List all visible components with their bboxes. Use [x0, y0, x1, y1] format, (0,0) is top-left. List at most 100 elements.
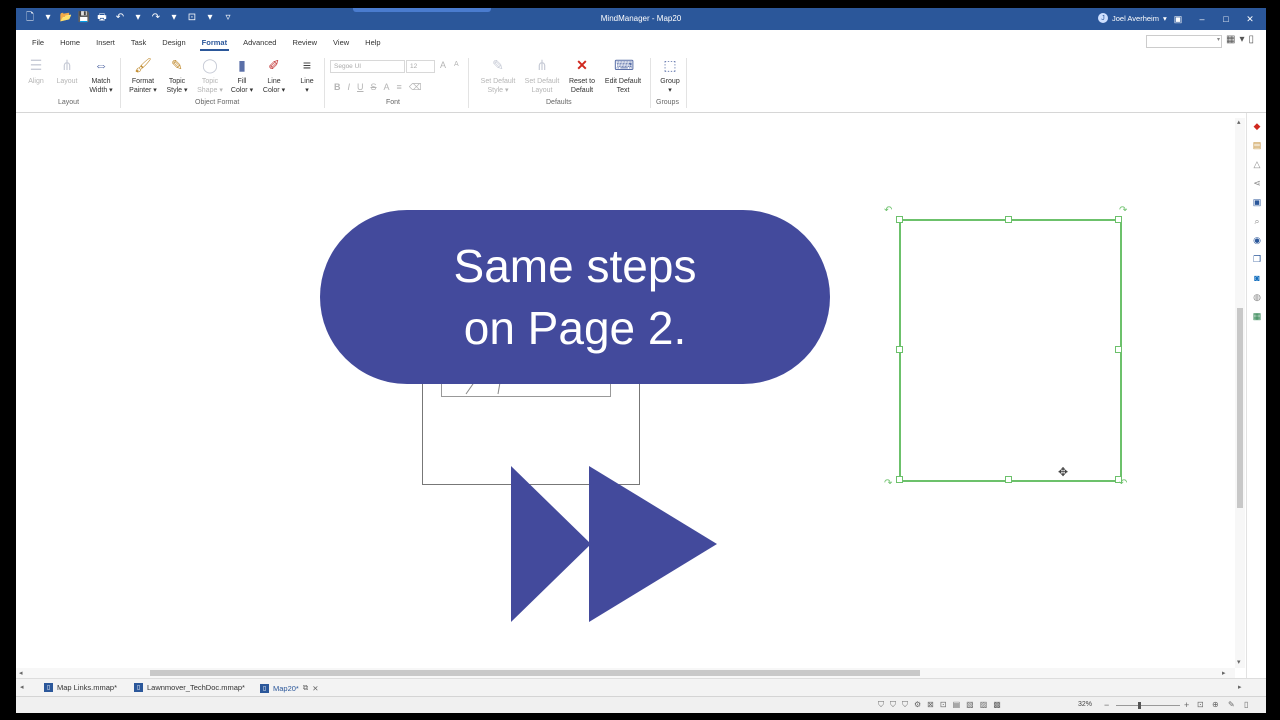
rotate-handle-icon[interactable]: ↷ [1119, 205, 1127, 216]
resize-handle[interactable] [1005, 476, 1012, 483]
resize-handle[interactable] [1005, 216, 1012, 223]
horizontal-scrollbar[interactable]: ◂ ▸ [16, 668, 1235, 678]
doc-tab-map20[interactable]: ▯ Map20* ⧉ ✕ [260, 683, 319, 693]
restore-button[interactable]: □ [1214, 11, 1238, 27]
collapse-icon[interactable]: ⊡ [940, 700, 947, 710]
doc-tab-lawnmover[interactable]: ▯ Lawnmover_TechDoc.mmap* [134, 683, 245, 692]
line-color-label-2: Color ▾ [262, 87, 286, 94]
italic-icon[interactable]: I [348, 82, 351, 93]
rotate-handle-icon[interactable]: ↶ [1119, 478, 1127, 489]
rotate-handle-icon[interactable]: ↷ [884, 478, 892, 489]
pin-icon[interactable]: ⧉ [303, 683, 308, 693]
strikethrough-icon[interactable]: S [371, 82, 377, 93]
set-default-layout-button[interactable]: ⋔ Set Default Layout [520, 56, 564, 95]
zoom-out-icon[interactable]: − [1104, 700, 1109, 710]
status-icons: ⛉ ⛉ ⛉ ⚙ ⊠ ⊡ ▤ ▧ ▨ ▩ [878, 700, 1001, 710]
doc-tab-map-links[interactable]: ▯ Map Links.mmap* [44, 683, 117, 692]
panel-toggle-icon[interactable]: ▯ [1244, 700, 1248, 709]
font-name-select[interactable]: Segoe UI [330, 60, 405, 73]
tabs-scroll-left-icon[interactable]: ◂ [20, 683, 24, 691]
status-bar: ⛉ ⛉ ⛉ ⚙ ⊠ ⊡ ▤ ▧ ▨ ▩ 32% − + ⊡ ⊕ ✎ ▯ [16, 696, 1266, 713]
rotate-handle-icon[interactable]: ↶ [884, 205, 892, 216]
excel-icon[interactable]: ▦ [1251, 310, 1263, 322]
font-color-icon[interactable]: A [384, 82, 390, 93]
group-button[interactable]: ⬚ Group ▾ [650, 56, 690, 95]
zoom-slider[interactable] [1116, 702, 1180, 709]
scroll-left-icon[interactable]: ◂ [19, 669, 23, 677]
export-icon[interactable]: ▧ [966, 700, 974, 710]
minimize-button[interactable]: – [1190, 11, 1214, 27]
fit-map-icon[interactable]: ⊡ [1197, 700, 1204, 709]
sidebar-toggle-icon[interactable]: ▯ [1248, 34, 1254, 45]
resize-handle[interactable] [896, 476, 903, 483]
resize-handle[interactable] [896, 346, 903, 353]
scroll-down-icon[interactable]: ▾ [1237, 658, 1241, 666]
edit-default-text-button[interactable]: ⌨ Edit Default Text [600, 56, 646, 95]
close-button[interactable]: ✕ [1238, 11, 1262, 27]
resize-handle[interactable] [1115, 346, 1122, 353]
display-options-icon[interactable]: ▣ [1166, 11, 1190, 27]
zoom-knob[interactable] [1138, 702, 1141, 709]
font-size-select[interactable]: 12 [406, 60, 435, 73]
reset-to-default-button[interactable]: ✕ Reset to Default [562, 56, 602, 95]
tab-view[interactable]: View [325, 37, 357, 51]
layout-view-icon[interactable]: ▤ [953, 700, 961, 710]
grow-font-icon[interactable]: A [440, 60, 446, 70]
reset-default-label: Reset to [568, 78, 596, 85]
clear-format-icon[interactable]: ⌫ [409, 82, 422, 93]
bold-icon[interactable]: B [334, 82, 341, 93]
tab-help[interactable]: Help [357, 37, 388, 51]
underline-icon[interactable]: U [357, 82, 364, 93]
resize-handle[interactable] [896, 216, 903, 223]
filter-show-icon[interactable]: ⛉ [890, 700, 896, 710]
zoom-fit-icon[interactable]: ⊕ [1212, 700, 1219, 709]
tab-insert[interactable]: Insert [88, 37, 123, 51]
set-default-style-button[interactable]: ✎ Set Default Style ▾ [476, 56, 520, 95]
web-icon[interactable]: ◍ [1251, 291, 1263, 303]
horizontal-scroll-thumb[interactable] [150, 670, 920, 676]
scroll-up-icon[interactable]: ▴ [1237, 118, 1241, 126]
pen-mode-icon[interactable]: ✎ [1228, 700, 1235, 709]
scroll-right-icon[interactable]: ▸ [1222, 669, 1226, 677]
linked-maps-icon[interactable]: ◉ [1251, 234, 1263, 246]
tab-home[interactable]: Home [52, 37, 88, 51]
properties-icon[interactable]: ▣ [1251, 196, 1263, 208]
outlook-icon[interactable]: ◙ [1251, 272, 1263, 284]
match-width-button[interactable]: ⇔ Match Width ▾ [81, 56, 121, 95]
vertical-scroll-thumb[interactable] [1237, 308, 1243, 508]
user-account[interactable]: J Joel Averheim ▾ [1098, 13, 1167, 23]
zoom-in-icon[interactable]: + [1184, 700, 1189, 710]
tab-design[interactable]: Design [154, 37, 193, 51]
map-canvas[interactable]: ↶ ↷ ↷ ↶ ✥ Same steps on Page 2. [16, 113, 1236, 668]
tab-advanced[interactable]: Advanced [235, 37, 284, 51]
selected-topic-box[interactable] [899, 219, 1122, 482]
align-text-icon[interactable]: ≡ [397, 82, 402, 93]
copy-icon[interactable]: ❐ [1251, 253, 1263, 265]
filter-hide-icon[interactable]: ⛉ [902, 700, 908, 710]
clear-filter-icon[interactable]: ⊠ [927, 700, 934, 710]
object-format-group-label: Object Format [195, 99, 240, 106]
shrink-font-icon[interactable]: A [454, 61, 459, 68]
line-button[interactable]: ≡ Line ▾ [287, 56, 327, 95]
layout-switch-icon[interactable]: ▦ [1226, 34, 1235, 45]
calendar-icon[interactable]: ▤ [1251, 139, 1263, 151]
tab-format[interactable]: Format [194, 37, 235, 51]
ribbon-options-icon[interactable]: ▾ [1239, 34, 1244, 45]
shapes-icon[interactable]: ◆ [1251, 120, 1263, 132]
tab-review[interactable]: Review [284, 37, 325, 51]
search-input[interactable]: ▾ [1146, 35, 1222, 48]
resize-handle[interactable] [1115, 216, 1122, 223]
search-icon[interactable]: ⌕ [1251, 215, 1263, 227]
settings-icon[interactable]: ⚙ [914, 700, 921, 710]
library-icon[interactable]: △ [1251, 158, 1263, 170]
index-icon[interactable]: ▨ [980, 700, 988, 710]
print-preview-icon[interactable]: ▩ [993, 700, 1001, 710]
close-tab-icon[interactable]: ✕ [312, 684, 318, 693]
filter-icon[interactable]: ⛉ [878, 700, 884, 710]
tabs-scroll-right-icon[interactable]: ▸ [1238, 683, 1242, 691]
format-painter-label-2: Painter ▾ [129, 87, 157, 94]
vertical-scrollbar[interactable]: ▴ ▾ [1235, 118, 1245, 668]
tab-task[interactable]: Task [123, 37, 154, 51]
map-parts-icon[interactable]: ⋖ [1251, 177, 1263, 189]
tab-file[interactable]: File [24, 37, 52, 51]
